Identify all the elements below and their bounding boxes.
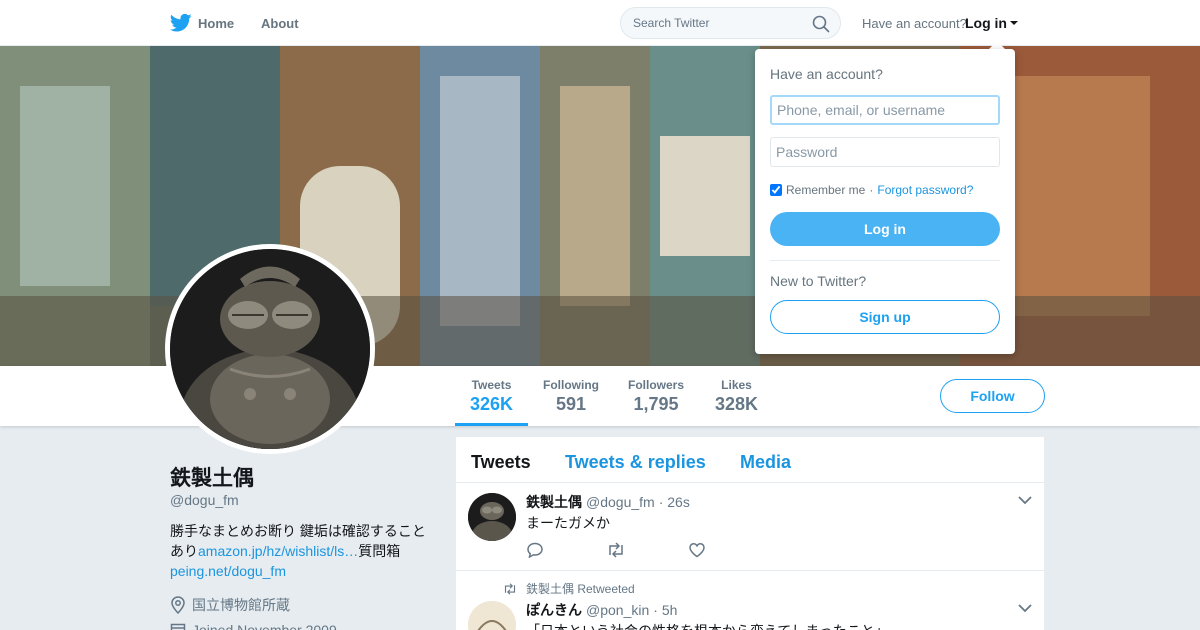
tweet-avatar-image [468,601,516,630]
stat-followers[interactable]: Followers 1,795 [628,378,684,415]
profile-avatar[interactable] [165,244,375,454]
tab-tweets[interactable]: Tweets [471,452,531,473]
stat-tweets-value: 326K [470,394,514,414]
bio-text-2: 質問箱 [358,543,401,559]
timeline-tabs: Tweets Tweets & replies Media [456,437,1044,483]
reply-icon[interactable] [526,542,544,558]
tweet-author-name[interactable]: ぽんきん [526,600,582,620]
stat-tweets-label: Tweets [471,378,512,392]
tweet-timestamp[interactable]: · 26s [659,494,690,510]
search-icon[interactable] [812,15,830,33]
new-to-twitter-text: New to Twitter? [770,273,867,289]
login-link-label: Log in [965,15,1007,31]
tab-tweets-replies[interactable]: Tweets & replies [565,452,706,473]
active-stat-underline [455,423,528,426]
bio-peing-link[interactable]: peing.net/dogu_fm [170,563,286,579]
tweet-item[interactable]: 鉄製土偶 Retweeted ぽんきん @pon_kin · 5h 「日本という… [456,571,1044,630]
caret-down-icon [1010,21,1018,25]
stat-followers-value: 1,795 [633,394,679,414]
tweet-header: 鉄製土偶 @dogu_fm · 26s [526,492,690,512]
chevron-down-icon[interactable] [1018,603,1032,613]
dogu-figure-image [170,249,370,449]
tweet-header: ぽんきん @pon_kin · 5h [526,600,677,620]
twitter-bird-icon [170,13,192,32]
top-navigation: Home About Have an account? Log in [0,0,1200,46]
tweet-actions [526,542,706,558]
nav-home-link[interactable]: Home [170,13,234,33]
profile-bio: 勝手なまとめお断り 鍵垢は確認すること ありamazon.jp/hz/wishl… [170,521,432,581]
profile-name: 鉄製土偶 [170,467,254,490]
profile-handle: @dogu_fm [170,492,239,508]
nav-home-label: Home [198,15,235,31]
nav-about-link[interactable]: About [261,16,299,31]
tweet-item[interactable]: 鉄製土偶 @dogu_fm · 26s まーたガメか [456,483,1044,571]
chevron-down-icon[interactable] [1018,495,1032,505]
remember-me-label[interactable]: Remember me [786,183,865,197]
stat-likes-label: Likes [721,378,752,392]
like-heart-icon[interactable] [688,542,706,558]
profile-joined-text: Joined November 2009 [192,622,337,630]
timeline: Tweets Tweets & replies Media 鉄製土偶 @dogu… [456,437,1044,630]
username-field[interactable] [770,95,1000,125]
login-button[interactable]: Log in [770,212,1000,246]
stat-likes[interactable]: Likes 328K [715,378,758,415]
calendar-icon [170,623,186,630]
tweet-text: 「日本という社会の性格を根本から変えてしまったこと」 [526,621,889,630]
forgot-password-link[interactable]: Forgot password? [877,183,973,197]
stat-following[interactable]: Following 591 [543,378,599,415]
retweet-context-text[interactable]: 鉄製土偶 Retweeted [526,580,635,597]
retweet-icon[interactable] [606,542,626,558]
tweet-avatar[interactable] [468,601,516,630]
login-dropdown: Have an account? Remember me · Forgot pa… [755,49,1015,354]
tab-media[interactable]: Media [740,452,791,473]
location-pin-icon [171,596,185,614]
bio-wishlist-link[interactable]: amazon.jp/hz/wishlist/ls… [198,543,358,559]
dropdown-divider [770,260,1000,261]
tweet-timestamp[interactable]: · 5h [653,602,677,618]
retweet-context: 鉄製土偶 Retweeted [502,580,635,597]
remember-row: Remember me · Forgot password? [770,183,973,197]
have-account-text: Have an account? [862,16,967,31]
tweet-avatar[interactable] [468,493,516,541]
remember-separator: · [869,183,874,197]
profile-location: 国立博物館所蔵 [170,595,290,615]
password-field[interactable] [770,137,1000,167]
tweet-author-handle[interactable]: @dogu_fm [586,494,655,510]
tweet-author-handle[interactable]: @pon_kin [586,602,649,618]
stat-tweets[interactable]: Tweets 326K [470,378,513,415]
stat-following-value: 591 [555,394,587,414]
search-input[interactable] [633,16,803,30]
signup-button[interactable]: Sign up [770,300,1000,334]
stat-following-label: Following [543,378,599,392]
tweet-text: まーたガメか [526,515,610,531]
profile-location-text: 国立博物館所蔵 [192,597,290,613]
login-dropdown-toggle[interactable]: Log in [965,15,1019,31]
stat-followers-label: Followers [628,378,685,392]
follow-button[interactable]: Follow [940,379,1045,413]
retweet-icon [504,582,516,595]
tweet-author-name[interactable]: 鉄製土偶 [526,492,582,512]
login-dropdown-title: Have an account? [770,66,883,82]
profile-joined: Joined November 2009 [170,622,337,630]
remember-me-checkbox[interactable] [770,184,782,196]
stat-likes-value: 328K [715,394,759,414]
search-box [620,7,841,39]
tweet-avatar-image [468,493,516,541]
